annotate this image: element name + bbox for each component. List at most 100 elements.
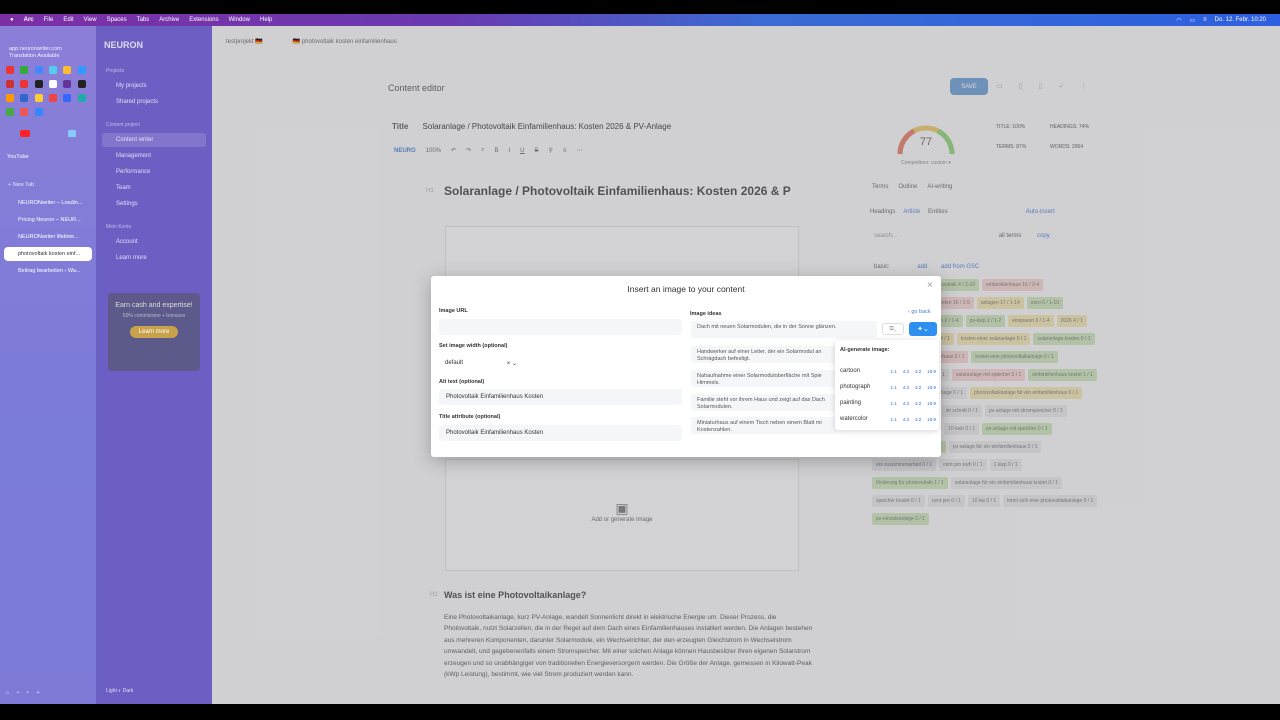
nav-performance[interactable]: Performance: [102, 165, 206, 179]
favorite-icon[interactable]: [6, 80, 14, 88]
width-select[interactable]: default × ⌄: [439, 356, 521, 370]
favorite-icon[interactable]: [77, 80, 86, 88]
style-row-watercolor[interactable]: watercolor 1:1 4:3 3:2 16:9: [840, 416, 936, 422]
add-space-icon[interactable]: +: [37, 690, 40, 696]
favorite-icon[interactable]: [77, 66, 86, 74]
neuron-sidebar: NEURON Projects My projects Shared proje…: [96, 26, 212, 704]
image-idea[interactable]: Dach mit neuen Solarmodulen, die in der …: [691, 321, 877, 338]
favorite-icon[interactable]: [63, 66, 72, 74]
tab-item[interactable]: NEURONwriter lifetime...: [4, 230, 92, 244]
style-row-photograph[interactable]: photograph 1:1 4:3 3:2 16:9: [840, 384, 936, 390]
favorites-grid: [6, 66, 92, 116]
favorite-icon[interactable]: [48, 94, 57, 102]
insert-image-modal: Insert an image to your content × Image …: [431, 276, 941, 457]
menu-archive[interactable]: Archive: [159, 17, 179, 23]
promo-heading: Earn cash and expertise!: [115, 302, 193, 309]
image-url-input[interactable]: [439, 319, 682, 335]
tab-item[interactable]: Pricing Neuron – NEUR...: [4, 213, 92, 227]
favorite-icon[interactable]: [34, 108, 43, 116]
favorite-icon[interactable]: [20, 108, 29, 116]
clear-x-icon[interactable]: × ⌄: [507, 360, 517, 367]
favorite-icon[interactable]: [63, 80, 72, 88]
arc-bottom-bar: ⌂ • • +: [6, 690, 39, 696]
style-row-painting[interactable]: painting 1:1 4:3 3:2 16:9: [840, 400, 936, 406]
space-dot-icon[interactable]: •: [17, 690, 19, 696]
mac-menubar: ● Arc File Edit View Spaces Tabs Archive…: [0, 14, 1280, 26]
tab-item[interactable]: NEURONwriter – Loadin...: [4, 196, 92, 210]
content-project-title: Content project: [106, 122, 140, 128]
title-attr-label: Title attribute (optional): [439, 414, 501, 420]
wifi-icon[interactable]: ◠: [1176, 17, 1181, 24]
clock[interactable]: Do. 12. Febr. 10:20: [1215, 17, 1266, 23]
favorite-icon[interactable]: [20, 66, 29, 74]
youtube-label: YouTube: [7, 154, 29, 160]
width-label: Set image width (optional): [439, 343, 508, 349]
menu-spaces[interactable]: Spaces: [107, 17, 127, 23]
favorite-icon[interactable]: [48, 80, 57, 88]
folder-icon[interactable]: [68, 130, 76, 137]
alt-text-input[interactable]: Photovoltaik Einfamilienhaus Kosten: [439, 389, 682, 405]
theme-toggle[interactable]: Light ◐ Dark: [106, 688, 133, 694]
screen-bottom-bar: [0, 704, 1280, 720]
alt-text-label: Alt text (optional): [439, 379, 485, 385]
control-center-icon[interactable]: ≡: [1203, 17, 1207, 23]
favorite-icon: [63, 108, 71, 116]
menu-view[interactable]: View: [84, 17, 97, 23]
favorite-icon[interactable]: [6, 66, 14, 74]
space-dot-icon[interactable]: •: [27, 690, 29, 696]
copy-icon[interactable]: ⧉⌄: [882, 323, 904, 335]
archive-icon[interactable]: ⌂: [6, 690, 9, 696]
nav-shared-projects[interactable]: Shared projects: [102, 95, 206, 109]
image-idea[interactable]: Miniaturhaus auf einem Tisch neben einem…: [691, 417, 837, 434]
favorite-icon[interactable]: [34, 94, 43, 102]
ai-generate-button[interactable]: ✦⌄: [909, 322, 937, 336]
image-url-label: Image URL: [439, 308, 468, 314]
menu-help[interactable]: Help: [260, 17, 272, 23]
favorite-icon[interactable]: [34, 66, 43, 74]
menu-edit[interactable]: Edit: [63, 17, 73, 23]
favorite-icon[interactable]: [63, 94, 72, 102]
favorite-icon[interactable]: [34, 80, 43, 88]
nav-learn-more[interactable]: Learn more: [102, 251, 206, 265]
projects-section-title: Projects: [106, 68, 125, 74]
apple-icon[interactable]: ●: [10, 17, 14, 23]
battery-icon[interactable]: ▭: [1189, 17, 1195, 24]
youtube-icon[interactable]: [20, 130, 30, 137]
tab-item-active[interactable]: photovoltaik kosten einf...: [4, 247, 92, 261]
favorite-icon[interactable]: [20, 94, 29, 102]
menu-extensions[interactable]: Extensions: [189, 17, 218, 23]
nav-management[interactable]: Management: [102, 149, 206, 163]
nav-account[interactable]: Account: [102, 235, 206, 249]
image-idea[interactable]: Nahaufnahme einer Solarmoduloberfläche m…: [691, 370, 837, 387]
tab-item[interactable]: Beitrag bearbeiten ‹ Wa...: [4, 264, 92, 278]
nav-content-writer[interactable]: Content writer: [102, 133, 206, 147]
favorite-icon[interactable]: [77, 94, 86, 102]
favorite-icon[interactable]: [6, 108, 14, 116]
favorite-icon: [78, 108, 86, 116]
menu-file[interactable]: File: [44, 17, 54, 23]
close-icon[interactable]: ×: [927, 280, 933, 291]
title-attr-input[interactable]: Photovoltaik Einfamilienhaus Kosten: [439, 425, 682, 441]
image-idea[interactable]: Familie steht vor ihrem Haus und zeigt a…: [691, 394, 837, 411]
image-ideas-label: Image ideas: [690, 311, 722, 317]
nav-my-projects[interactable]: My projects: [102, 79, 206, 93]
favorite-icon[interactable]: [6, 94, 14, 102]
neuron-logo[interactable]: NEURON: [104, 40, 143, 50]
favorite-icon: [49, 108, 57, 116]
promo-sub: 50% commission + bonuses: [122, 313, 186, 319]
image-idea[interactable]: Handwerker auf einer Leiter, der ein Sol…: [691, 346, 837, 363]
favorite-icon[interactable]: [20, 80, 29, 88]
new-tab-button[interactable]: + New Tab: [8, 182, 34, 188]
screen-top-bar: [0, 0, 1280, 14]
style-row-cartoon[interactable]: cartoon 1:1 4:3 3:2 16:9: [840, 368, 936, 374]
promo-learn-more-button[interactable]: Learn more: [129, 326, 179, 338]
menu-app[interactable]: Arc: [24, 17, 34, 23]
modal-title: Insert an image to your content: [627, 284, 745, 294]
nav-settings[interactable]: Settings: [102, 197, 206, 211]
menu-window[interactable]: Window: [229, 17, 250, 23]
url-bar[interactable]: app.neuronwriter.com Translation Availab…: [9, 46, 62, 60]
go-back-link[interactable]: ‹ go back: [908, 309, 931, 315]
favorite-icon[interactable]: [48, 66, 57, 74]
menu-tabs[interactable]: Tabs: [137, 17, 150, 23]
nav-team[interactable]: Team: [102, 181, 206, 195]
